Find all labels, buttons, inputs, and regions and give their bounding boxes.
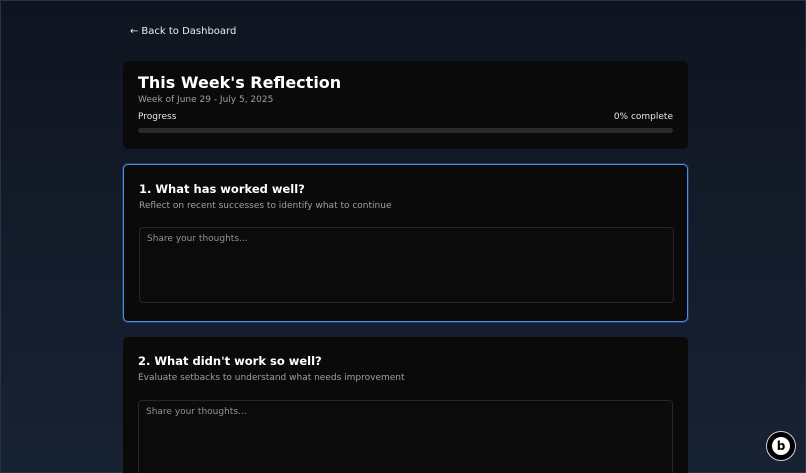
back-to-dashboard-link[interactable]: ← Back to Dashboard — [130, 26, 236, 37]
badge-letter: b — [772, 437, 790, 455]
question-description: Reflect on recent successes to identify … — [139, 201, 392, 211]
arrow-left-icon: ← — [130, 26, 139, 37]
progress-bar — [138, 128, 673, 133]
progress-row: Progress 0% complete — [138, 112, 673, 122]
reflection-header-card: This Week's Reflection Week of June 29 -… — [123, 61, 688, 149]
question-card: 1. What has worked well? Reflect on rece… — [123, 164, 688, 322]
answer-textarea[interactable] — [138, 400, 673, 473]
answer-textarea[interactable] — [139, 227, 674, 303]
question-card: 2. What didn't work so well? Evaluate se… — [123, 337, 688, 473]
bolt-b-logo-icon[interactable]: b — [766, 431, 796, 461]
week-range: Week of June 29 - July 5, 2025 — [138, 95, 274, 105]
question-title: 2. What didn't work so well? — [138, 354, 322, 368]
page-title: This Week's Reflection — [138, 73, 342, 92]
question-description: Evaluate setbacks to understand what nee… — [138, 373, 405, 383]
progress-label: Progress — [138, 112, 177, 122]
progress-percent: 0% complete — [613, 112, 673, 122]
question-title: 1. What has worked well? — [139, 182, 305, 196]
back-link-label: Back to Dashboard — [141, 26, 237, 37]
